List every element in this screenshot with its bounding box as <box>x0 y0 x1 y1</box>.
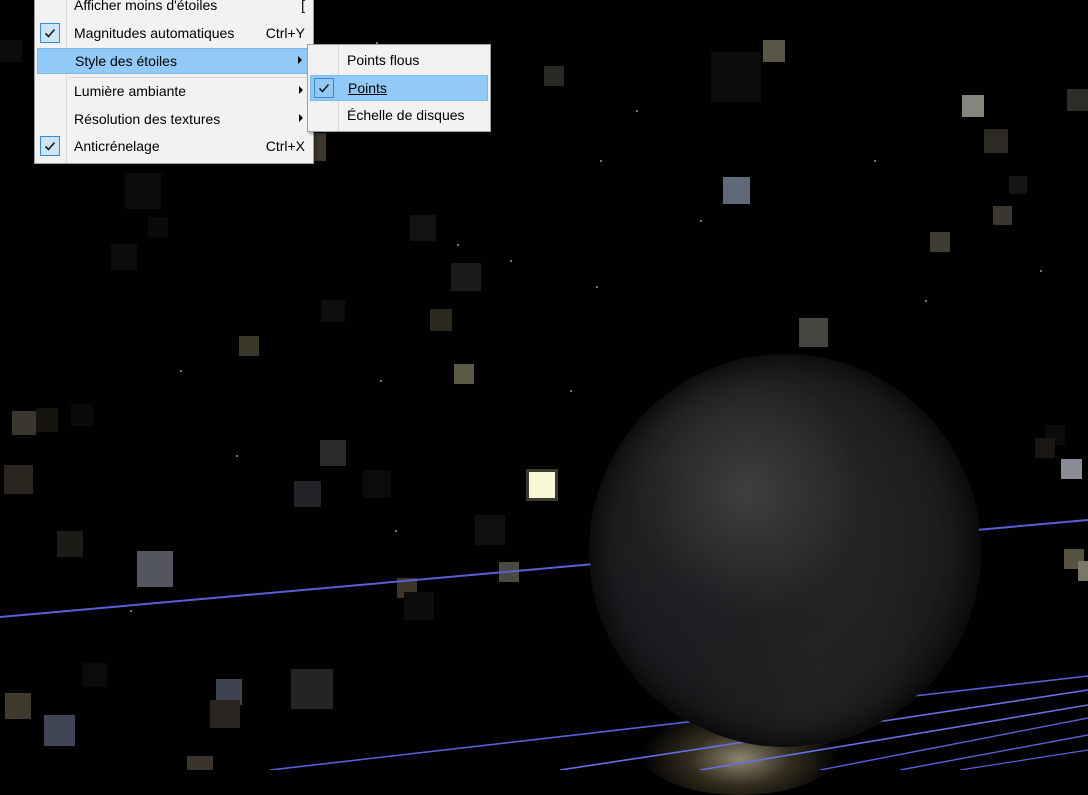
menu-item-label: Échelle de disques <box>347 107 465 123</box>
star-style-submenu: Points flous Points Échelle de disques <box>307 44 491 132</box>
submenu-item-fuzzy-points[interactable]: Points flous <box>310 48 488 74</box>
menu-item-shortcut: Ctrl+X <box>265 138 305 154</box>
menu-item-label: Style des étoiles <box>75 53 177 69</box>
menu-item-shortcut: [ <box>301 0 305 13</box>
submenu-item-disc-scale[interactable]: Échelle de disques <box>310 103 488 129</box>
menu-item-show-fewer-stars[interactable]: Afficher moins d'étoiles [ <box>37 0 311 19</box>
submenu-item-points[interactable]: Points <box>310 75 488 101</box>
menu-item-texture-resolution[interactable]: Résolution des textures <box>37 107 311 133</box>
menu-item-ambient-light[interactable]: Lumière ambiante <box>37 79 311 105</box>
menu-separator <box>69 77 311 78</box>
menu-item-auto-magnitudes[interactable]: Magnitudes automatiques Ctrl+Y <box>37 21 311 47</box>
menu-item-label: Résolution des textures <box>74 111 221 127</box>
check-icon <box>314 78 334 98</box>
menu-item-antialiasing[interactable]: Anticrénelage Ctrl+X <box>37 134 311 160</box>
check-icon <box>40 136 60 156</box>
check-icon <box>40 23 60 43</box>
planet-earth[interactable] <box>590 355 980 747</box>
menu-item-label: Lumière ambiante <box>74 83 187 99</box>
display-menu: Afficher moins d'étoiles [ Magnitudes au… <box>34 0 314 164</box>
chevron-right-icon <box>299 86 303 94</box>
chevron-right-icon <box>299 114 303 122</box>
chevron-right-icon <box>298 56 302 64</box>
menu-item-star-style[interactable]: Style des étoiles <box>37 48 311 74</box>
menu-item-label: Anticrénelage <box>74 138 160 154</box>
menu-item-shortcut: Ctrl+Y <box>265 25 305 41</box>
menu-item-label: Points <box>348 80 387 96</box>
orbit-line <box>959 749 1088 770</box>
menu-item-label: Points flous <box>347 52 420 68</box>
menu-item-label: Magnitudes automatiques <box>74 25 235 41</box>
menu-item-label: Afficher moins d'étoiles <box>74 0 218 13</box>
